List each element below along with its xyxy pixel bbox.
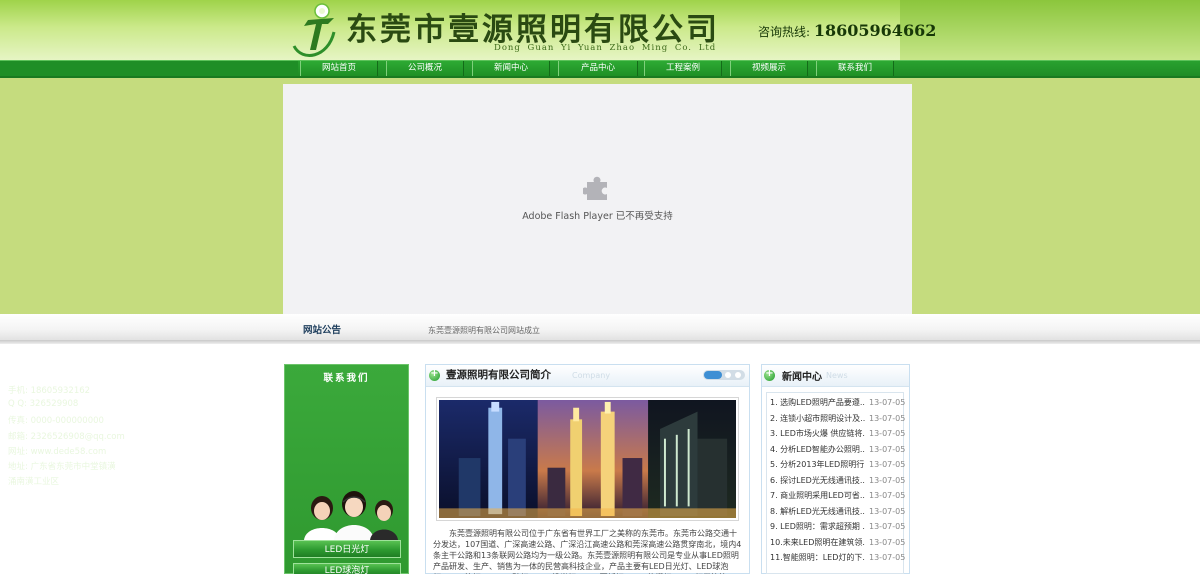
contact-title: 联系我们 [323, 373, 370, 384]
intro-title: 壹源照明有限公司简介 [446, 369, 551, 381]
news-item[interactable]: 3. LED市场火爆 供应链将... 13-07-05 [770, 426, 906, 441]
contact-address: 地址: 广东省东莞市中堂镇潢 [8, 462, 116, 472]
led-tube-light-button[interactable]: LED日光灯 [293, 540, 401, 558]
nav-home[interactable]: 网站首页 [300, 61, 378, 76]
news-item-title[interactable]: 5. 分析2013年LED照明行... [770, 457, 865, 472]
contact-qq: Q Q: 326529908 [8, 399, 79, 409]
news-list: 1. 选购LED照明产品要遵... 13-07-05 2. 连锁小超市照明设计及.… [766, 392, 906, 574]
notice-text[interactable]: 东莞壹源照明有限公司网站成立 [428, 325, 540, 336]
slider-dots[interactable] [703, 370, 745, 380]
company-logo-icon[interactable] [288, 2, 342, 60]
news-item[interactable]: 7. 商业照明采用LED可省... 13-07-05 [770, 488, 906, 503]
news-item[interactable]: 4. 分析LED智能办公照明... 13-07-05 [770, 442, 906, 457]
notice-divider [0, 340, 1200, 344]
slider-dot[interactable] [735, 372, 741, 378]
contact-email: 邮箱: 2326526908@qq.com [8, 432, 125, 442]
news-item-title[interactable]: 6. 探讨LED光无线通讯技... [770, 473, 865, 488]
news-item-date: 13-07-05 [869, 460, 906, 469]
nav-products[interactable]: 产品中心 [558, 61, 638, 76]
news-item[interactable]: 2. 连锁小超市照明设计及... 13-07-05 [770, 411, 906, 426]
news-item[interactable]: 5. 分析2013年LED照明行... 13-07-05 [770, 457, 906, 472]
nav-news[interactable]: 新闻中心 [472, 61, 550, 76]
news-item[interactable]: 1. 选购LED照明产品要遵... 13-07-05 [770, 395, 906, 410]
nav-contact[interactable]: 联系我们 [816, 61, 894, 76]
intro-text: 东莞壹源照明有限公司位于广东省有世界工厂之美称的东莞市。东莞市公路交通十分发达，… [433, 529, 742, 574]
slider-dot-active[interactable] [704, 371, 722, 379]
customer-service-staff-image [304, 491, 398, 540]
news-item-date: 13-07-05 [869, 398, 906, 407]
nav-company-profile[interactable]: 公司概况 [386, 61, 464, 76]
hotline: 咨询热线: 18605964662 [758, 21, 936, 40]
news-item-title[interactable]: 10.未来LED照明在建筑领... [770, 535, 865, 550]
city-night-skyline-image [436, 397, 739, 521]
news-item-date: 13-07-05 [869, 522, 906, 531]
news-item-title[interactable]: 9. LED照明：需求超预期 ... [770, 519, 865, 534]
news-item-title[interactable]: 7. 商业照明采用LED可省... [770, 488, 865, 503]
news-item-date: 13-07-05 [869, 491, 906, 500]
news-item-date: 13-07-05 [869, 538, 906, 547]
contact-address-line2: 涌南潢工业区 [8, 477, 60, 487]
notice-title: 网站公告 [303, 325, 342, 336]
news-item-title[interactable]: 1. 选购LED照明产品要遵... [770, 395, 865, 410]
contact-website: 网址: www.dede58.com [8, 447, 107, 457]
news-plus-icon [764, 368, 775, 381]
contact-phone: 手机: 18605932162 [8, 386, 91, 396]
led-bulb-button[interactable]: LED球泡灯 [293, 563, 401, 574]
news-item[interactable]: 9. LED照明：需求超预期 ... 13-07-05 [770, 519, 906, 534]
news-item-date: 13-07-05 [869, 476, 906, 485]
news-item-date: 13-07-05 [869, 553, 906, 562]
header-right-glow [900, 0, 1200, 60]
news-item[interactable]: 8. 解析LED光无线通讯技... 13-07-05 [770, 504, 906, 519]
news-item[interactable]: 10.未来LED照明在建筑领... 13-07-05 [770, 535, 906, 550]
slider-dot[interactable] [725, 372, 731, 378]
contact-fax: 传真: 0000-000000000 [8, 416, 104, 426]
hotline-label: 咨询热线: [758, 25, 811, 39]
news-item-title[interactable]: 11.智能照明：LED灯的下... [770, 550, 865, 565]
news-item-title[interactable]: 2. 连锁小超市照明设计及... [770, 411, 865, 426]
hotline-number: 18605964662 [813, 21, 937, 40]
news-item[interactable]: 11.智能照明：LED灯的下... 13-07-05 [770, 550, 906, 565]
news-item-date: 13-07-05 [869, 445, 906, 454]
plugin-puzzle-icon [583, 176, 607, 200]
news-item-title[interactable]: 8. 解析LED光无线通讯技... [770, 504, 865, 519]
news-item-title[interactable]: 4. 分析LED智能办公照明... [770, 442, 865, 457]
news-item[interactable]: 6. 探讨LED光无线通讯技... 13-07-05 [770, 473, 906, 488]
news-item-date: 13-07-05 [869, 414, 906, 423]
nav-projects[interactable]: 工程案例 [644, 61, 722, 76]
news-item-date: 13-07-05 [869, 429, 906, 438]
nav-left-cap [0, 61, 298, 78]
flash-unsupported-message: Adobe Flash Player 已不再受支持 [522, 211, 673, 222]
news-subtitle: News [826, 371, 848, 380]
notice-bar [0, 314, 1200, 340]
intro-subtitle: Company [572, 371, 611, 380]
nav-videos[interactable]: 视频展示 [730, 61, 808, 76]
news-item-title[interactable]: 3. LED市场火爆 供应链将... [770, 426, 865, 441]
news-title: 新闻中心 [782, 372, 822, 383]
intro-plus-icon [429, 368, 440, 381]
company-name-english: Dong Guan Yi Yuan Zhao Ming Co. Ltd [494, 43, 717, 53]
news-item-date: 13-07-05 [869, 507, 906, 516]
